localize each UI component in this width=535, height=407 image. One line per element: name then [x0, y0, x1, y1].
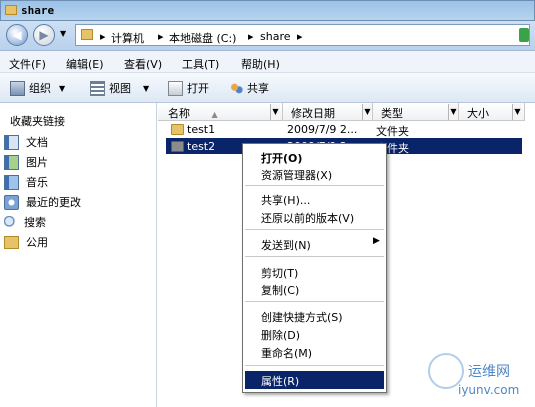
sidebar-item-label: 图片: [26, 156, 48, 169]
breadcrumb-separator[interactable]: ▸: [100, 30, 106, 43]
menu-item-copy[interactable]: 复制(C): [261, 282, 299, 298]
views-label: 视图: [109, 82, 131, 95]
sidebar-item-search[interactable]: 搜索: [4, 214, 46, 230]
menu-file[interactable]: 文件(F): [9, 56, 46, 72]
menu-edit[interactable]: 编辑(E): [66, 56, 104, 72]
recent-changes-icon: [4, 194, 19, 210]
sidebar-item-label: 搜索: [24, 216, 46, 229]
column-header-name[interactable]: 名称 ▲: [158, 103, 283, 121]
column-size-label: 大小: [467, 107, 489, 120]
arrow-left-icon: ◀: [12, 28, 22, 42]
list-item-test1[interactable]: test1 2009/7/9 2... 文件夹: [166, 121, 526, 138]
organize-icon: [10, 80, 25, 96]
share-users-icon: [230, 81, 243, 95]
toolbar: 组织 ▼ 视图 ▼ 打开 共享: [0, 73, 535, 103]
sidebar-item-public[interactable]: 公用: [4, 234, 48, 250]
column-header-date[interactable]: 修改日期: [283, 103, 373, 121]
menu-item-properties-label: 属性(R): [261, 375, 300, 388]
favorites-title: 收藏夹链接: [10, 115, 65, 128]
menu-item-open[interactable]: 打开(O): [261, 150, 302, 166]
breadcrumb-separator[interactable]: ▸: [158, 30, 164, 43]
menu-item-share[interactable]: 共享(H)...: [261, 192, 310, 208]
sidebar-item-label: 音乐: [26, 176, 48, 189]
column-type-dropdown[interactable]: ▼: [448, 104, 458, 120]
menu-bar: 文件(F) 编辑(E) 查看(V) 工具(T) 帮助(H): [0, 51, 535, 73]
column-date-label: 修改日期: [291, 107, 335, 120]
menu-item-cut[interactable]: 剪切(T): [261, 265, 298, 281]
search-icon: [4, 215, 17, 229]
menu-separator: [245, 301, 384, 302]
arrow-right-icon: ▶: [39, 28, 49, 42]
column-date-dropdown[interactable]: ▼: [362, 104, 372, 120]
public-folder-icon: [4, 235, 19, 249]
chevron-down-icon: ▼: [59, 83, 66, 93]
share-button[interactable]: 共享: [230, 80, 269, 96]
context-menu: 打开(O) 资源管理器(X) 共享(H)... 还原以前的版本(V) 发送到(N…: [242, 143, 387, 393]
open-label: 打开: [187, 82, 209, 95]
address-bar[interactable]: ▸ 计算机 ▸ 本地磁盘 (C:) ▸ share ▸: [75, 24, 530, 46]
history-dropdown-icon[interactable]: ▼: [60, 29, 66, 38]
views-button[interactable]: 视图 ▼: [90, 80, 149, 96]
open-icon: [168, 80, 183, 96]
menu-tools[interactable]: 工具(T): [182, 56, 219, 72]
breadcrumb-local-disk[interactable]: 本地磁盘 (C:): [169, 30, 236, 46]
breadcrumb-computer[interactable]: 计算机: [111, 30, 144, 46]
documents-icon: [4, 134, 19, 150]
folder-icon: [5, 5, 17, 15]
open-button[interactable]: 打开: [168, 80, 209, 96]
forward-button[interactable]: ▶: [33, 24, 55, 46]
back-button[interactable]: ◀: [6, 24, 28, 46]
menu-item-properties[interactable]: 属性(R): [245, 371, 384, 389]
chevron-down-icon: ▼: [143, 83, 150, 93]
sidebar-item-label: 最近的更改: [26, 196, 81, 209]
menu-item-rename[interactable]: 重命名(M): [261, 345, 312, 361]
column-name-dropdown[interactable]: ▼: [270, 104, 280, 120]
menu-separator: [245, 365, 384, 366]
pictures-icon: [4, 154, 19, 170]
breadcrumb-separator[interactable]: ▸: [248, 30, 254, 43]
breadcrumb-share[interactable]: share: [260, 30, 291, 43]
file-name: test1: [187, 123, 216, 136]
sidebar-item-pictures[interactable]: 图片: [4, 154, 48, 170]
menu-item-explorer[interactable]: 资源管理器(X): [261, 167, 332, 183]
file-name: test2: [187, 140, 216, 153]
sidebar-item-label: 公用: [26, 236, 48, 249]
file-date: 2009/7/9 2...: [287, 123, 358, 136]
submenu-arrow-icon: ▶: [373, 236, 380, 246]
menu-item-create-shortcut[interactable]: 创建快捷方式(S): [261, 309, 343, 325]
menu-item-send-to[interactable]: 发送到(N): [261, 237, 311, 253]
sidebar-item-recent[interactable]: 最近的更改: [4, 194, 81, 210]
menu-separator: [245, 256, 384, 257]
column-size-dropdown[interactable]: ▼: [512, 104, 522, 120]
breadcrumb-separator[interactable]: ▸: [297, 30, 303, 43]
navigation-pane: 收藏夹链接 文档 图片 音乐 最近的更改 搜索 公用: [0, 103, 157, 407]
menu-help[interactable]: 帮助(H): [241, 56, 280, 72]
column-type-label: 类型: [381, 107, 403, 120]
menu-separator: [245, 229, 384, 230]
share-label: 共享: [247, 82, 269, 95]
folder-icon: [171, 124, 184, 135]
music-icon: [4, 174, 19, 190]
watermark-domain: iyunv.com: [458, 383, 520, 397]
title-bar: share: [0, 0, 535, 21]
folder-icon: [81, 29, 93, 40]
column-header-type[interactable]: 类型: [373, 103, 459, 121]
menu-item-restore-versions[interactable]: 还原以前的版本(V): [261, 210, 354, 226]
organize-label: 组织: [29, 82, 51, 95]
menu-separator: [245, 185, 384, 186]
organize-button[interactable]: 组织 ▼: [10, 80, 65, 96]
watermark-text: 运维网: [468, 364, 510, 380]
window-title: share: [21, 4, 55, 17]
sidebar-item-documents[interactable]: 文档: [4, 134, 48, 150]
menu-view[interactable]: 查看(V): [124, 56, 162, 72]
refresh-icon[interactable]: [519, 28, 529, 42]
folder-icon: [171, 141, 184, 152]
sort-up-icon: ▲: [211, 110, 218, 119]
sidebar-item-label: 文档: [26, 136, 48, 149]
menu-item-delete[interactable]: 删除(D): [261, 327, 300, 343]
file-type: 文件夹: [376, 125, 409, 138]
views-icon: [90, 80, 105, 96]
sidebar-item-music[interactable]: 音乐: [4, 174, 48, 190]
column-name-label: 名称: [168, 107, 190, 120]
